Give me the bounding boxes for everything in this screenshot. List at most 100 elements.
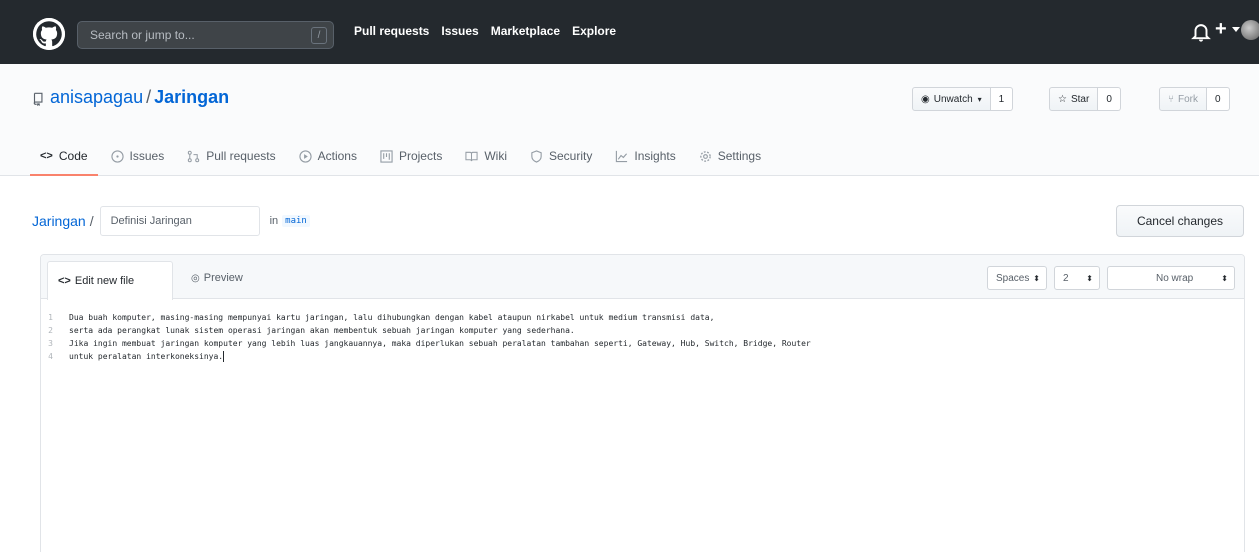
tab-wiki-label: Wiki bbox=[484, 149, 507, 163]
plus-icon[interactable]: + bbox=[1215, 18, 1227, 41]
filename-input[interactable]: Definisi Jaringan bbox=[99, 206, 260, 236]
fork-icon: ⑂ bbox=[1168, 93, 1174, 105]
repo-owner-link[interactable]: anisapagau bbox=[50, 87, 143, 107]
chevron-down-icon[interactable] bbox=[1232, 27, 1240, 32]
fork-group: ⑂ Fork 0 bbox=[1159, 87, 1230, 111]
star-count[interactable]: 0 bbox=[1098, 87, 1121, 111]
search-shortcut-key: / bbox=[311, 27, 327, 44]
tab-security-label: Security bbox=[549, 149, 593, 163]
tab-code-label: Code bbox=[58, 149, 88, 163]
tab-settings-label: Settings bbox=[717, 149, 762, 163]
global-header: Search or jump to... / Pull requests Iss… bbox=[0, 0, 1259, 64]
indent-size-value: 2 bbox=[1063, 272, 1069, 284]
nav-pull-requests[interactable]: Pull requests bbox=[354, 24, 429, 38]
tab-settings[interactable]: Settings bbox=[689, 137, 771, 175]
repo-header: anisapagau / Jaringan ◉ Unwatch ▾ 1 ☆ Star… bbox=[0, 64, 1259, 176]
tab-wiki[interactable]: Wiki bbox=[455, 137, 517, 175]
indent-mode-select[interactable]: Spaces ⬍ bbox=[987, 266, 1047, 290]
line-text: Jika ingin membuat jaringan komputer yan… bbox=[69, 339, 811, 348]
graph-icon bbox=[616, 150, 628, 162]
unwatch-label: Unwatch bbox=[933, 93, 973, 105]
star-button[interactable]: ☆ Star bbox=[1049, 87, 1099, 111]
github-mark-icon bbox=[33, 18, 65, 50]
tab-preview-label: Preview bbox=[203, 272, 243, 284]
select-arrows-icon: ⬍ bbox=[1086, 273, 1093, 283]
unwatch-button[interactable]: ◉ Unwatch ▾ bbox=[912, 87, 991, 111]
branch-name: main bbox=[282, 215, 310, 227]
line-number: 4 bbox=[48, 352, 53, 361]
repo-tabs: <> Code Issues Pull requests Actions Pro… bbox=[30, 137, 774, 176]
fork-count[interactable]: 0 bbox=[1207, 87, 1230, 111]
line-number: 2 bbox=[48, 326, 53, 335]
code-area[interactable]: 1 Dua buah komputer, masing-masing mempu… bbox=[41, 311, 1244, 363]
repo-name-link[interactable]: Jaringan bbox=[154, 87, 229, 107]
code-icon: <> bbox=[58, 275, 71, 287]
line-text: Dua buah komputer, masing-masing mempuny… bbox=[69, 313, 715, 322]
file-editor: <> Edit new file ◎ Preview Spaces ⬍ 2 ⬍ … bbox=[40, 254, 1245, 552]
code-line: 3 Jika ingin membuat jaringan komputer y… bbox=[41, 337, 1244, 350]
star-icon: ☆ bbox=[1058, 93, 1067, 105]
global-nav: Pull requests Issues Marketplace Explore bbox=[354, 24, 616, 38]
github-logo-icon[interactable] bbox=[33, 18, 65, 50]
code-icon: <> bbox=[40, 149, 53, 162]
tab-edit-label: Edit new file bbox=[74, 275, 135, 287]
code-line: 2 serta ada perangkat lunak sistem opera… bbox=[41, 324, 1244, 337]
star-group: ☆ Star 0 bbox=[1049, 87, 1121, 111]
tab-insights[interactable]: Insights bbox=[605, 137, 685, 175]
pull-request-icon bbox=[188, 150, 200, 162]
repo-icon bbox=[33, 92, 43, 106]
book-icon bbox=[465, 151, 478, 161]
repo-title: anisapagau / Jaringan bbox=[50, 87, 229, 108]
search-placeholder: Search or jump to... bbox=[90, 28, 195, 42]
select-arrows-icon: ⬍ bbox=[1033, 273, 1040, 283]
tab-security[interactable]: Security bbox=[520, 137, 602, 175]
breadcrumb-separator: / bbox=[89, 213, 94, 229]
search-input[interactable]: Search or jump to... / bbox=[77, 21, 334, 49]
star-label: Star bbox=[1070, 93, 1090, 105]
tab-issues[interactable]: Issues bbox=[101, 137, 175, 175]
tab-edit-new-file[interactable]: <> Edit new file bbox=[47, 261, 173, 300]
indent-size-select[interactable]: 2 ⬍ bbox=[1054, 266, 1100, 290]
eye-icon: ◉ bbox=[921, 93, 930, 105]
avatar[interactable] bbox=[1241, 20, 1259, 40]
fork-button[interactable]: ⑂ Fork bbox=[1159, 87, 1207, 111]
nav-issues[interactable]: Issues bbox=[441, 24, 478, 38]
line-text: serta ada perangkat lunak sistem operasi… bbox=[69, 326, 575, 335]
nav-marketplace[interactable]: Marketplace bbox=[491, 24, 560, 38]
play-icon bbox=[298, 149, 312, 163]
repo-title-separator: / bbox=[146, 87, 152, 107]
tab-pull-requests-label: Pull requests bbox=[206, 149, 276, 163]
editor-toolbar: <> Edit new file ◎ Preview Spaces ⬍ 2 ⬍ … bbox=[41, 255, 1244, 300]
watch-count[interactable]: 1 bbox=[990, 87, 1014, 111]
tab-projects-label: Projects bbox=[398, 149, 443, 163]
tab-code[interactable]: <> Code bbox=[30, 137, 98, 176]
line-number: 1 bbox=[48, 313, 53, 322]
gear-icon bbox=[699, 150, 711, 162]
line-text: untuk peralatan interkoneksinya. bbox=[69, 352, 224, 361]
tab-projects[interactable]: Projects bbox=[370, 137, 452, 175]
code-line: 1 Dua buah komputer, masing-masing mempu… bbox=[41, 311, 1244, 324]
tab-pull-requests[interactable]: Pull requests bbox=[177, 137, 285, 175]
text-cursor bbox=[223, 351, 225, 362]
tab-issues-label: Issues bbox=[129, 149, 165, 163]
shield-icon bbox=[531, 149, 542, 163]
project-icon bbox=[380, 149, 393, 163]
wrap-mode-value: No wrap bbox=[1156, 272, 1194, 284]
nav-explore[interactable]: Explore bbox=[572, 24, 616, 38]
bell-icon[interactable] bbox=[1191, 21, 1211, 43]
eye-icon: ◎ bbox=[191, 272, 200, 284]
chevron-down-icon: ▾ bbox=[977, 94, 982, 104]
breadcrumb-repo-link[interactable]: Jaringan bbox=[32, 213, 86, 229]
tab-insights-label: Insights bbox=[634, 149, 676, 163]
code-line: 4 untuk peralatan interkoneksinya. bbox=[41, 350, 1244, 363]
indent-mode-value: Spaces bbox=[996, 272, 1030, 284]
tab-actions-label: Actions bbox=[317, 149, 357, 163]
unwatch-group: ◉ Unwatch ▾ 1 bbox=[912, 87, 1014, 111]
tab-actions[interactable]: Actions bbox=[289, 137, 367, 175]
line-number: 3 bbox=[48, 339, 53, 348]
tab-preview[interactable]: ◎ Preview bbox=[191, 272, 243, 284]
fork-label: Fork bbox=[1178, 93, 1198, 105]
breadcrumb: Jaringan / Definisi Jaringan in main bbox=[32, 206, 310, 236]
wrap-mode-select[interactable]: No wrap ⬍ bbox=[1107, 266, 1235, 290]
cancel-changes-button[interactable]: Cancel changes bbox=[1116, 205, 1244, 237]
